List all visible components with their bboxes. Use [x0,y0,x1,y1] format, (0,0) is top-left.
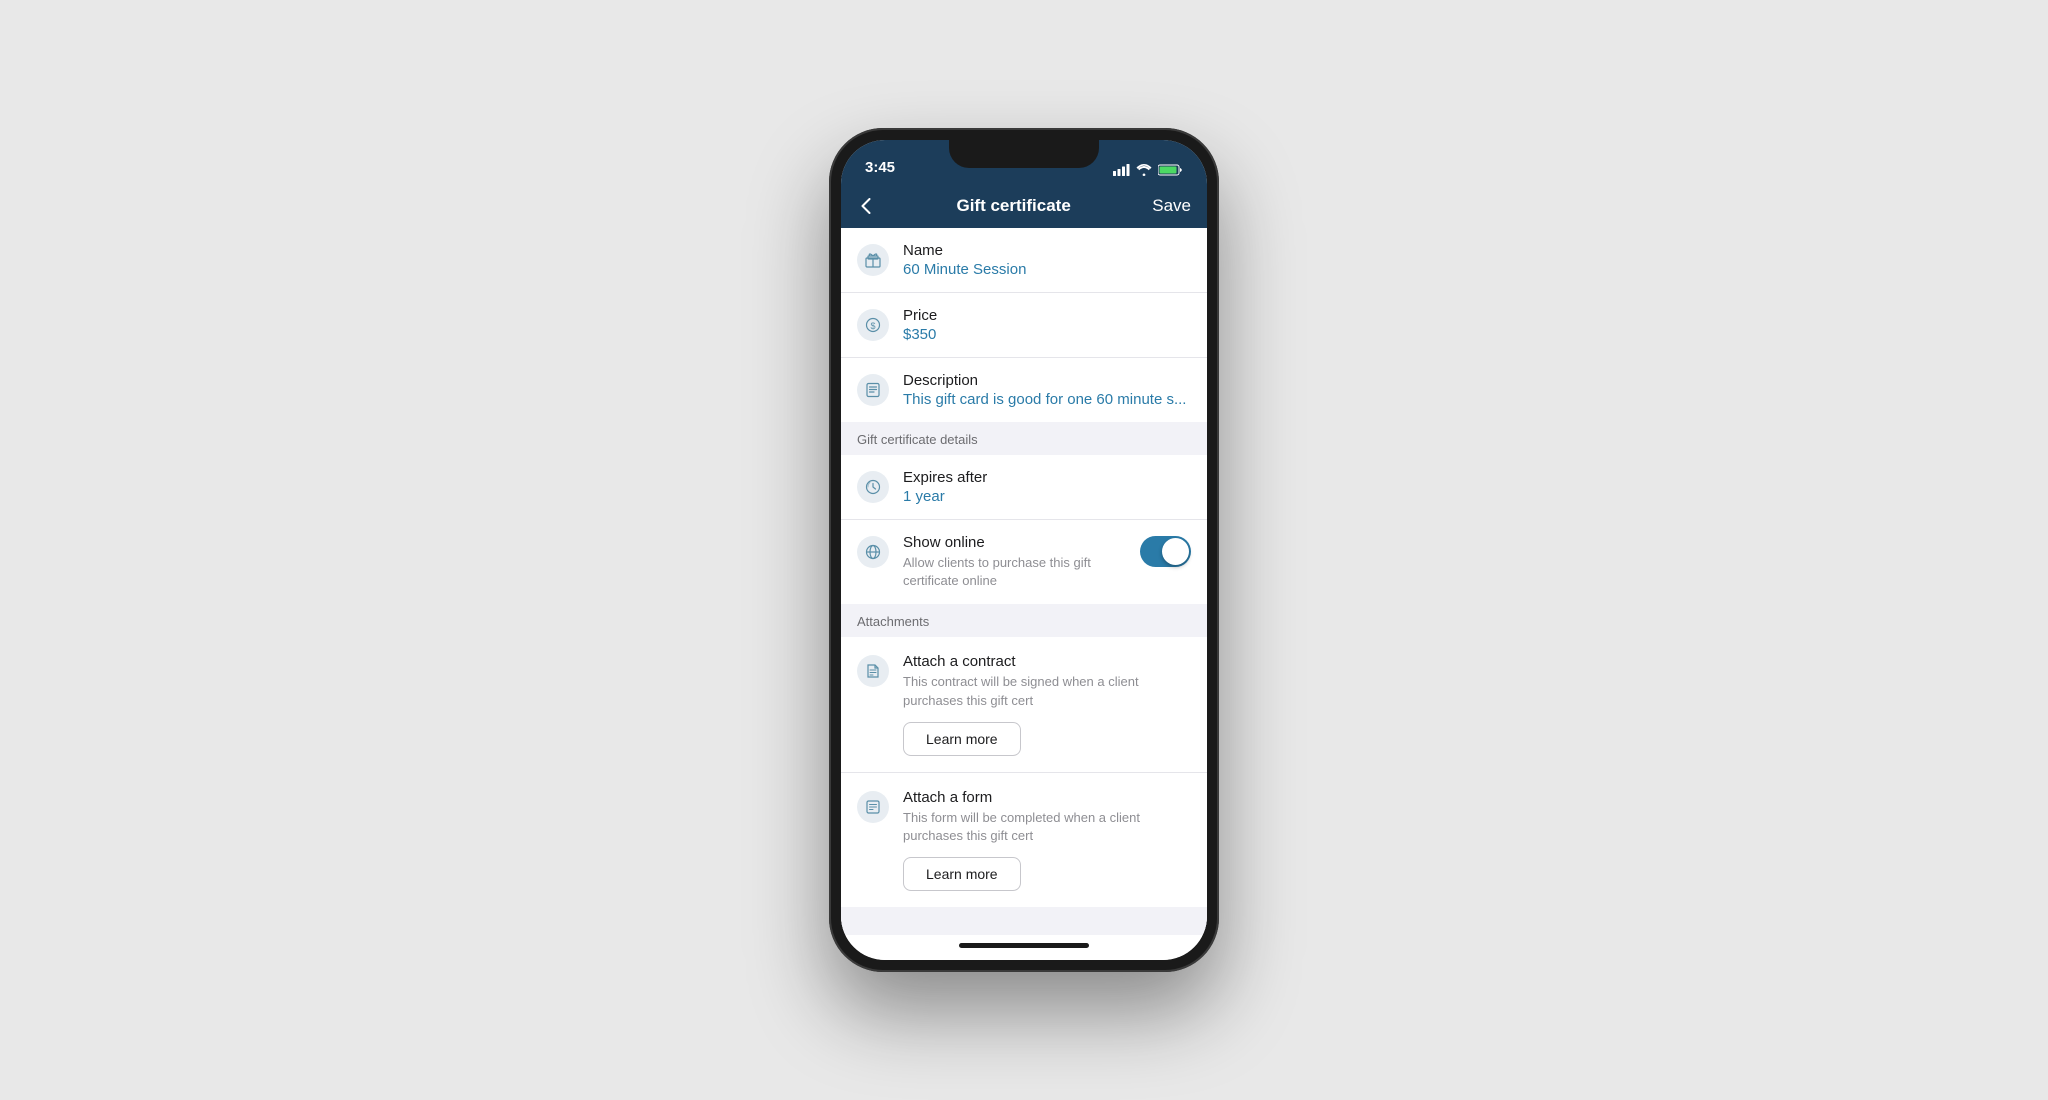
phone-frame: 3:45 [829,128,1219,972]
attach-contract-inner: Attach a contract This contract will be … [857,653,1191,771]
price-label: Price [903,307,1191,324]
attach-contract-subtext: This contract will be signed when a clie… [903,673,1191,709]
name-row[interactable]: Name 60 Minute Session [841,228,1207,293]
description-content: Description This gift card is good for o… [903,372,1191,408]
contract-learn-more-button[interactable]: Learn more [903,722,1021,756]
status-icons [1113,164,1183,176]
section-header-details: Gift certificate details [841,422,1207,455]
description-row[interactable]: Description This gift card is good for o… [841,358,1207,422]
show-online-label: Show online [903,534,1126,551]
home-indicator [841,935,1207,960]
show-online-toggle[interactable] [1140,536,1191,567]
name-value: 60 Minute Session [903,261,1191,278]
save-button[interactable]: Save [1152,196,1191,216]
content-scroll[interactable]: Name 60 Minute Session $ Price $350 [841,228,1207,935]
attach-form-subtext: This form will be completed when a clien… [903,809,1191,845]
description-value: This gift card is good for one 60 minute… [903,391,1191,408]
expires-icon-container [857,471,889,503]
svg-text:$: $ [870,321,875,331]
clock-icon [865,479,881,495]
section-header-attachments: Attachments [841,604,1207,637]
attach-contract-content: Attach a contract This contract will be … [903,653,1191,771]
attach-form-content: Attach a form This form will be complete… [903,789,1191,907]
expires-content: Expires after 1 year [903,469,1191,505]
globe-icon [865,544,881,560]
name-label: Name [903,242,1191,259]
price-icon-container: $ [857,309,889,341]
battery-icon [1158,164,1183,176]
description-label: Description [903,372,1191,389]
contract-icon [865,663,881,679]
phone-screen: 3:45 [841,140,1207,960]
form-learn-more-button[interactable]: Learn more [903,857,1021,891]
attach-contract-row[interactable]: Attach a contract This contract will be … [841,637,1207,772]
expires-value: 1 year [903,488,1191,505]
show-online-content: Show online Allow clients to purchase th… [903,534,1126,590]
attach-form-label: Attach a form [903,789,1191,806]
expires-row[interactable]: Expires after 1 year [841,455,1207,520]
home-bar [959,943,1089,948]
price-content: Price $350 [903,307,1191,343]
form-icon-container [857,791,889,823]
price-row[interactable]: $ Price $350 [841,293,1207,358]
description-icon [865,382,881,398]
status-time: 3:45 [865,159,895,176]
show-online-subtext: Allow clients to purchase this gift cert… [903,554,1126,590]
attach-form-row[interactable]: Attach a form This form will be complete… [841,773,1207,907]
nav-title: Gift certificate [956,196,1070,216]
toggle-container[interactable] [1140,534,1191,567]
expires-label: Expires after [903,469,1191,486]
nav-bar: Gift certificate Save [841,184,1207,228]
name-icon-container [857,244,889,276]
wifi-icon [1136,164,1152,176]
bottom-spacer [841,907,1207,931]
attach-contract-label: Attach a contract [903,653,1191,670]
notch [949,140,1099,168]
back-button[interactable] [857,194,875,218]
price-value: $350 [903,326,1191,343]
back-icon [861,198,871,214]
dollar-icon: $ [865,317,881,333]
contract-icon-container [857,655,889,687]
attach-form-inner: Attach a form This form will be complete… [857,789,1191,907]
name-content: Name 60 Minute Session [903,242,1191,278]
signal-icon [1113,164,1130,176]
form-icon [865,799,881,815]
gift-icon [865,252,881,268]
show-online-icon-container [857,536,889,568]
show-online-row[interactable]: Show online Allow clients to purchase th… [841,520,1207,604]
description-icon-container [857,374,889,406]
